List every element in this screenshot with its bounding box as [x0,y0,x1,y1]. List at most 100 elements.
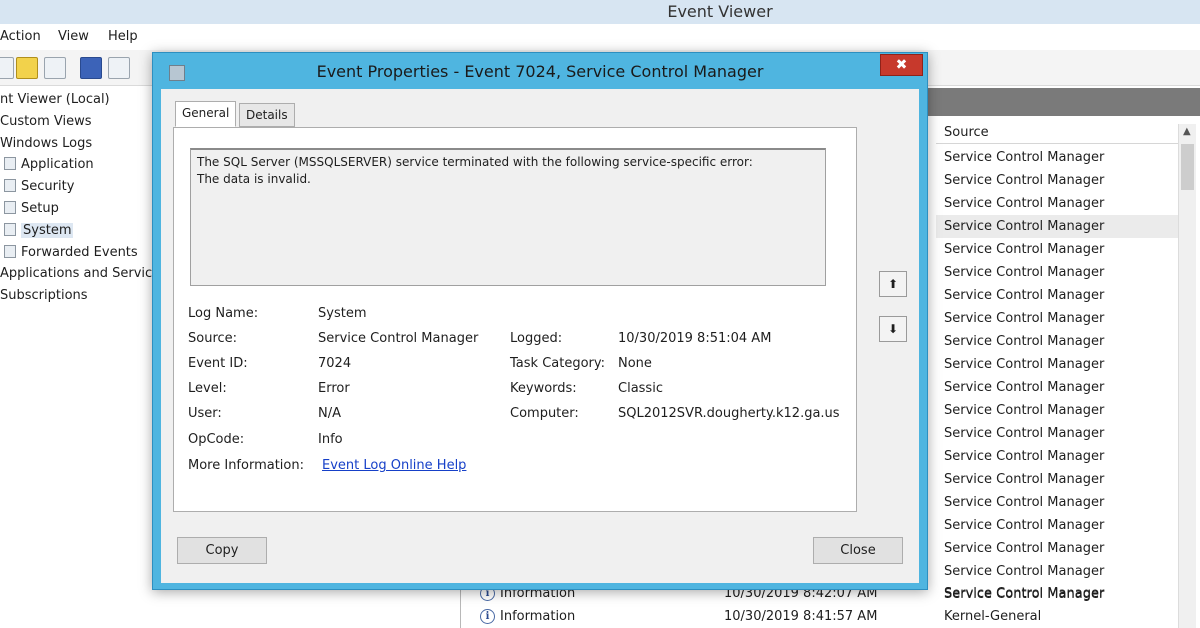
event-row[interactable]: i Information 10/30/2019 8:41:57 AM Kern… [478,605,1198,628]
main-window-titlebar: Event Viewer [0,0,1200,24]
logged-value: 10/30/2019 8:51:04 AM [618,331,772,346]
description-line: The SQL Server (MSSQLSERVER) service ter… [197,155,753,169]
dialog-close-button[interactable]: ✖ [880,54,923,76]
dialog-titlebar[interactable]: Event Properties - Event 7024, Service C… [153,53,927,89]
log-icon [4,201,16,214]
tree-item-label: Windows Logs [0,135,93,151]
tree-item-label: nt Viewer (Local) [0,92,110,107]
task-category-value: None [618,356,652,371]
arrow-down-icon: ⬇ [887,322,899,336]
opcode-label: OpCode: [188,432,245,447]
tree-item[interactable]: Application [4,157,94,172]
tree-item-label: Applications and Services [0,266,167,282]
tab-general[interactable]: General [175,101,237,127]
general-tab-panel: The SQL Server (MSSQLSERVER) service ter… [173,127,857,512]
menu-help[interactable]: Help [108,29,138,44]
source-row[interactable]: Service Control Manager [936,353,1178,376]
menu-bar: Action View Help [0,24,1200,50]
source-row[interactable]: Service Control Manager [936,468,1178,491]
tree-item[interactable]: nt Viewer (Local) [0,92,110,107]
source-value: Service Control Manager [318,331,479,346]
dialog-body: General Details The SQL Server (MSSQLSER… [161,89,919,583]
dialog-title: Event Properties - Event 7024, Service C… [316,62,764,81]
close-icon: ✖ [895,57,908,73]
tree-item-label: Custom Views [0,113,92,129]
event-source: Kernel-General [944,609,1042,624]
source-row[interactable]: Service Control Manager [936,330,1178,353]
user-value: N/A [318,406,341,421]
event-id-label: Event ID: [188,356,248,371]
source-row[interactable]: Service Control Manager [936,399,1178,422]
next-event-button[interactable]: ⬇ [879,316,907,342]
source-row[interactable]: Service Control Manager [936,169,1178,192]
source-row[interactable]: Service Control Manager [936,491,1178,514]
event-source: Service Control Manager [944,586,1105,601]
log-icon [4,222,16,236]
source-row[interactable]: Service Control Manager [936,376,1178,399]
log-icon [4,179,16,193]
events-scrollbar[interactable]: ▲ [1178,124,1196,628]
source-row[interactable]: Service Control Manager [936,307,1178,330]
event-log-online-help-link[interactable]: Event Log Online Help [322,458,466,473]
toolbar-properties-icon[interactable] [44,57,66,79]
source-row[interactable]: Service Control Manager [936,238,1178,261]
tree-item[interactable]: Applications and Services [0,266,167,281]
tree-item[interactable]: Subscriptions [0,288,88,303]
scrollbar-thumb[interactable] [1181,144,1194,190]
arrow-up-icon: ⬆ [887,277,899,291]
log-name-value: System [318,306,367,321]
event-description[interactable]: The SQL Server (MSSQLSERVER) service ter… [190,148,826,286]
menu-view[interactable]: View [58,29,89,44]
source-row[interactable]: Service Control Manager [936,537,1178,560]
opcode-value: Info [318,432,343,447]
tree-item-label: Application [21,157,94,173]
source-row[interactable]: Service Control Manager [936,445,1178,468]
tree-item-label: System [21,222,74,238]
tree-item[interactable]: Forwarded Events [4,244,138,260]
close-button[interactable]: Close [813,537,903,564]
event-level: Information [500,609,576,624]
tree-item-label: Security [21,179,75,195]
toolbar-help-icon[interactable] [80,57,102,79]
logged-label: Logged: [510,331,563,346]
source-row[interactable]: Service Control Manager [936,215,1178,238]
log-icon [4,244,16,258]
source-row[interactable]: Service Control Manager [936,146,1178,169]
log-name-label: Log Name: [188,306,259,321]
source-row[interactable]: Service Control Manager [936,261,1178,284]
source-row[interactable]: Service Control Manager [936,192,1178,215]
toolbar-view-icon[interactable] [108,57,130,79]
log-icon [4,157,16,171]
previous-event-button[interactable]: ⬆ [879,271,907,297]
source-row[interactable]: Service Control Manager [936,422,1178,445]
main-window-title: Event Viewer [667,2,773,21]
tab-details[interactable]: Details [239,103,295,127]
level-label: Level: [188,381,227,396]
keywords-label: Keywords: [510,381,577,396]
toolbar-folder-icon[interactable] [16,57,38,79]
tree-item[interactable]: System [4,222,74,238]
source-column-header[interactable]: Source [936,122,1178,144]
scroll-up-icon[interactable]: ▲ [1183,126,1191,137]
computer-value: SQL2012SVR.dougherty.k12.ga.us [618,406,840,421]
source-row[interactable]: Service Control Manager [936,284,1178,307]
menu-action[interactable]: Action [0,29,41,44]
event-date: 10/30/2019 8:41:57 AM [724,609,878,624]
tree-item[interactable]: Custom Views [0,114,92,129]
keywords-value: Classic [618,381,663,396]
source-row[interactable]: Service Control Manager [936,514,1178,537]
tree-item[interactable]: Security [4,179,74,194]
tree-item[interactable]: Windows Logs [0,136,92,151]
source-row[interactable]: Service Control Manager [936,560,1178,583]
source-list: Service Control Manager Service Control M… [936,146,1178,606]
event-id-value: 7024 [318,356,352,371]
navigation-tree: nt Viewer (Local) Custom Views Windows Log… [0,88,167,628]
user-label: User: [188,406,222,421]
description-line: The data is invalid. [197,172,311,186]
source-label: Source: [188,331,238,346]
computer-label: Computer: [510,406,579,421]
level-value: Error [318,381,350,396]
toolbar-back-icon[interactable] [0,57,14,79]
copy-button[interactable]: Copy [177,537,267,564]
tree-item[interactable]: Setup [4,201,59,216]
